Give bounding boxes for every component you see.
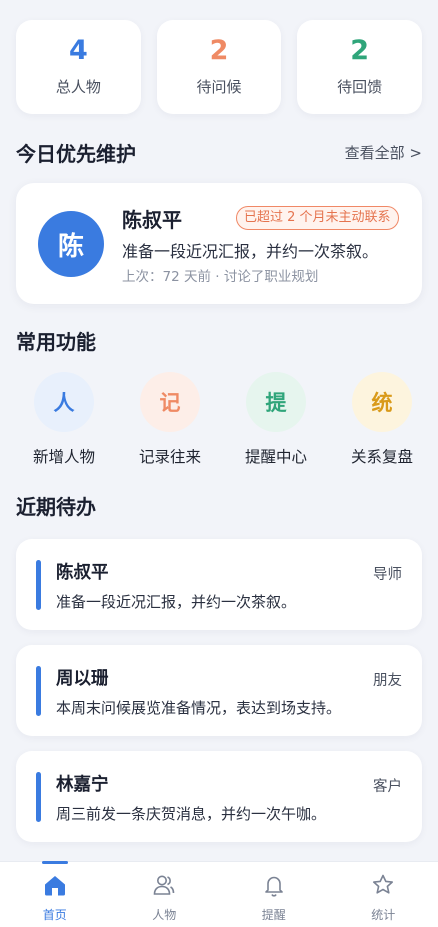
nav-tab-reminders[interactable]: 提醒 [219, 862, 329, 927]
nav-tab-home[interactable]: 首页 [0, 861, 110, 927]
nav-label: 提醒 [261, 908, 286, 922]
functions-section-header: 常用功能 [16, 326, 422, 355]
stats-icon: 统 [352, 372, 412, 432]
record-icon: 记 [140, 372, 200, 432]
home-icon [42, 872, 68, 902]
add-person-button[interactable]: 人 新增人物 [16, 372, 112, 467]
nav-tab-people[interactable]: 人物 [110, 862, 220, 927]
todo-item[interactable]: 林嘉宁 客户 周三前发一条庆贺消息，并约一次午咖。 [16, 751, 422, 842]
stat-label: 待问候 [196, 78, 242, 96]
relationship-review-button[interactable]: 统 关系复盘 [334, 372, 430, 467]
star-icon [370, 872, 396, 902]
stat-value: 2 [209, 35, 229, 66]
reminder-center-button[interactable]: 提 提醒中心 [228, 372, 324, 467]
todo-desc: 准备一段近况汇报，并约一次茶叙。 [56, 593, 297, 611]
person-icon: 人 [34, 372, 94, 432]
function-label: 记录往来 [138, 448, 201, 466]
nav-label: 人物 [152, 908, 177, 922]
stat-card-feedback[interactable]: 2 待回馈 [297, 20, 423, 114]
stat-card-total[interactable]: 4 总人物 [16, 20, 141, 114]
relation-tag: 导师 [373, 567, 402, 583]
active-indicator [41, 861, 68, 864]
nav-label: 统计 [371, 908, 396, 922]
stat-label: 总人物 [55, 78, 101, 96]
status-badge: 已超过 2 个月未主动联系 [236, 206, 399, 230]
section-title: 常用功能 [16, 330, 96, 354]
contact-name: 陈叔平 [122, 208, 182, 232]
relation-tag: 客户 [373, 779, 402, 795]
stat-card-greet[interactable]: 2 待问候 [156, 20, 282, 114]
priority-section-header: 今日优先维护 查看全部 > [16, 138, 422, 167]
todo-desc: 本周末问候展览准备情况，表达到场支持。 [56, 699, 342, 717]
function-label: 关系复盘 [350, 448, 413, 466]
todo-name: 林嘉宁 [56, 775, 109, 795]
contact-action: 准备一段近况汇报，并约一次茶叙。 [122, 242, 379, 261]
function-label: 新增人物 [32, 448, 95, 466]
todo-desc: 周三前发一条庆贺消息，并约一次午咖。 [56, 805, 327, 823]
priority-contact-card[interactable]: 陈 陈叔平 已超过 2 个月未主动联系 准备一段近况汇报，并约一次茶叙。 上次：… [16, 183, 422, 304]
stats-row: 4 总人物 2 待问候 2 待回馈 [16, 20, 423, 114]
section-title: 近期待办 [16, 495, 96, 519]
todo-section-header: 近期待办 [16, 491, 422, 520]
nav-tab-stats[interactable]: 统计 [329, 862, 438, 927]
accent-bar [36, 560, 41, 610]
todo-name: 周以珊 [56, 669, 109, 689]
bottom-nav: 首页 人物 提醒 统计 [0, 861, 438, 927]
nav-label: 首页 [42, 908, 67, 922]
todo-item[interactable]: 陈叔平 导师 准备一段近况汇报，并约一次茶叙。 [16, 539, 422, 630]
todo-name: 陈叔平 [56, 563, 109, 583]
accent-bar [36, 772, 41, 822]
reminder-icon: 提 [246, 372, 306, 432]
people-icon [151, 872, 177, 902]
bell-icon [261, 872, 287, 902]
avatar: 陈 [38, 211, 104, 277]
home-screen: 4 总人物 2 待问候 2 待回馈 今日优先维护 查看全部 > 陈 陈叔平 已超… [0, 0, 438, 927]
accent-bar [36, 666, 41, 716]
todo-item[interactable]: 周以珊 朋友 本周末问候展览准备情况，表达到场支持。 [16, 645, 422, 736]
function-grid: 人 新增人物 记 记录往来 提 提醒中心 统 关系复盘 [16, 372, 430, 467]
section-title: 今日优先维护 [16, 142, 136, 166]
relation-tag: 朋友 [373, 673, 402, 689]
stat-label: 待回馈 [337, 78, 383, 96]
stat-value: 2 [350, 35, 370, 66]
record-interaction-button[interactable]: 记 记录往来 [122, 372, 218, 467]
last-contact-meta: 上次：72 天前 · 讨论了职业规划 [122, 269, 319, 285]
stat-value: 4 [68, 35, 88, 66]
view-all-link[interactable]: 查看全部 > [345, 142, 422, 163]
function-label: 提醒中心 [244, 448, 307, 466]
